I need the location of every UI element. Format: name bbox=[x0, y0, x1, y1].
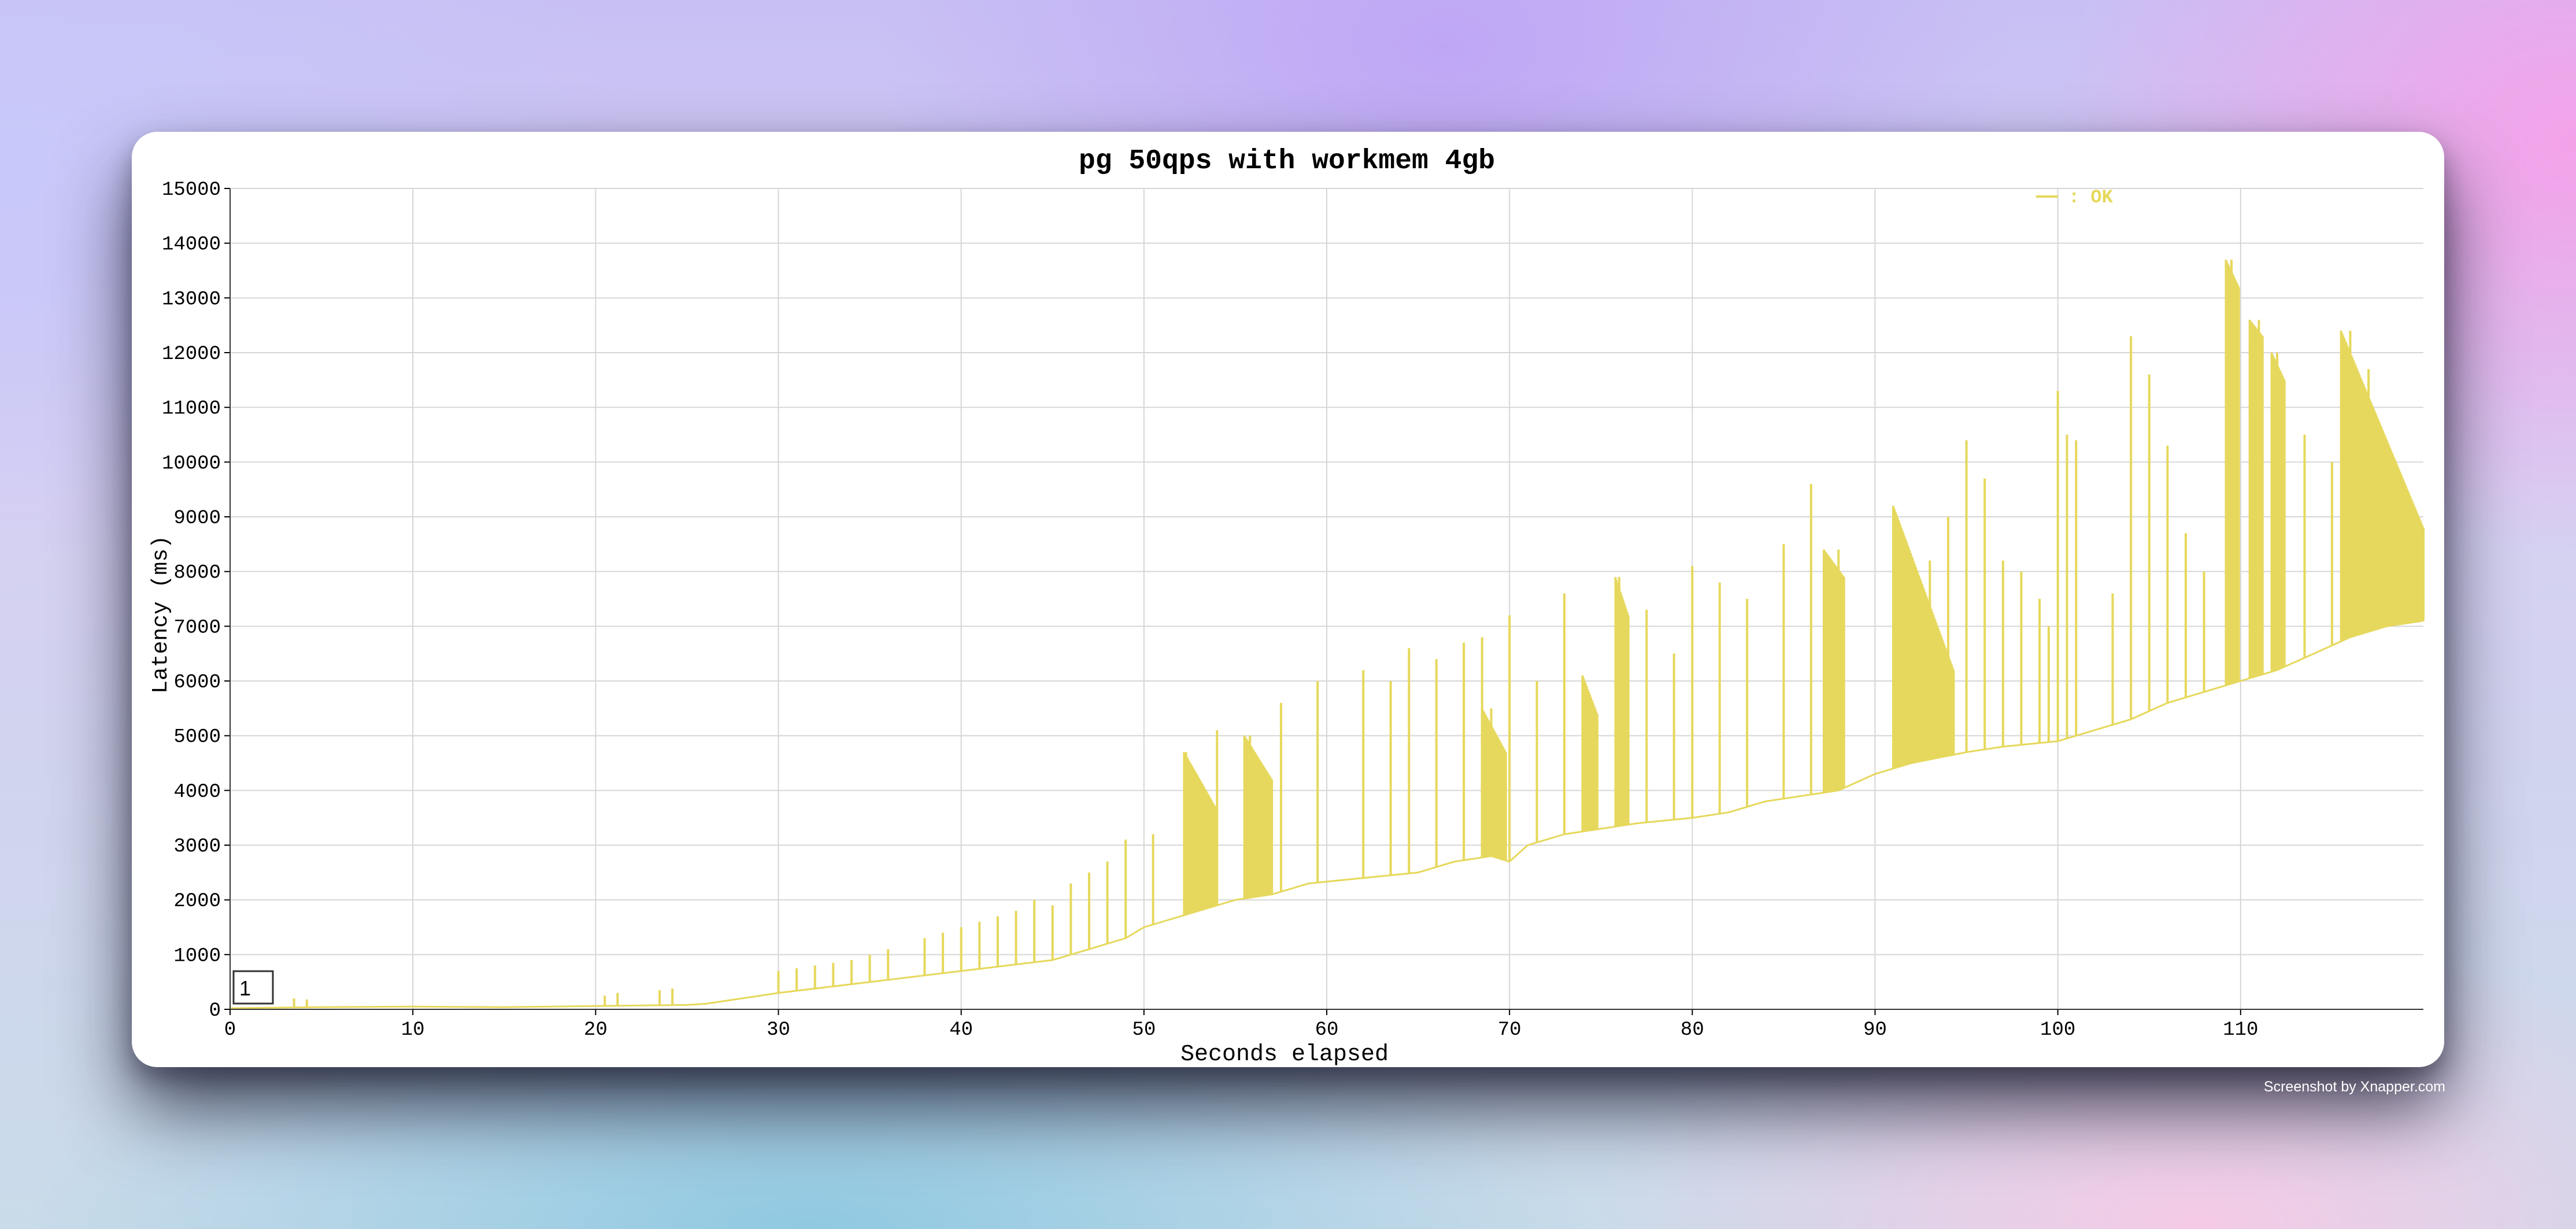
y-tick-label: 13000 bbox=[162, 288, 221, 310]
dense-spike-cluster bbox=[2340, 331, 2425, 642]
x-tick-label: 70 bbox=[1498, 1019, 1522, 1041]
y-tick-label: 0 bbox=[209, 1000, 221, 1022]
x-tick-label: 100 bbox=[2040, 1019, 2075, 1041]
x-tick-label: 40 bbox=[949, 1019, 973, 1041]
x-tick-label: 60 bbox=[1315, 1019, 1339, 1041]
y-tick-label: 10000 bbox=[162, 453, 221, 475]
x-tick-label: 0 bbox=[224, 1019, 236, 1041]
dense-spike-cluster bbox=[1243, 735, 1274, 899]
x-axis-label: Seconds elapsed bbox=[1180, 1042, 1389, 1067]
y-tick-label: 14000 bbox=[162, 234, 221, 256]
legend-label: : OK bbox=[2068, 187, 2114, 208]
x-tick-label: 30 bbox=[767, 1019, 790, 1041]
x-axis-ticks: 0 10 20 30 40 50 60 70 80 90 100 110 bbox=[224, 1009, 2258, 1041]
y-tick-label: 11000 bbox=[162, 398, 221, 420]
chart-svg: pg 50qps with workmem 4gb 0 10 20 30 40 50 60 7… bbox=[149, 146, 2425, 1067]
y-tick-label: 15000 bbox=[162, 179, 221, 201]
legend: : OK bbox=[2036, 187, 2114, 208]
dense-spike-cluster bbox=[1481, 708, 1507, 861]
x-tick-label: 110 bbox=[2223, 1019, 2258, 1041]
y-tick-label: 4000 bbox=[173, 781, 221, 803]
chart-card: pg 50qps with workmem 4gb 0 10 20 30 40 50 60 7… bbox=[132, 132, 2444, 1067]
y-tick-label: 9000 bbox=[173, 508, 221, 530]
y-tick-label: 2000 bbox=[173, 891, 221, 913]
y-tick-label: 5000 bbox=[173, 727, 221, 749]
watermark: Screenshot by Xnapper.com bbox=[2263, 1079, 2445, 1095]
dense-spike-cluster bbox=[2248, 320, 2264, 679]
dense-spike-cluster bbox=[1822, 549, 1845, 793]
chart-title: pg 50qps with workmem 4gb bbox=[1079, 146, 1495, 177]
y-tick-label: 12000 bbox=[162, 343, 221, 365]
x-tick-label: 10 bbox=[401, 1019, 425, 1041]
dense-spike-cluster bbox=[1581, 675, 1598, 832]
y-tick-label: 6000 bbox=[173, 672, 221, 694]
axis-input-widget[interactable]: 1 bbox=[232, 970, 274, 1005]
dense-spike-cluster bbox=[1183, 752, 1217, 916]
y-tick-label: 7000 bbox=[173, 617, 221, 639]
y-axis-label: Latency (ms) bbox=[149, 535, 173, 694]
y-tick-label: 1000 bbox=[173, 945, 221, 967]
y-tick-label: 3000 bbox=[173, 836, 221, 858]
x-tick-label: 20 bbox=[584, 1019, 608, 1041]
x-tick-label: 50 bbox=[1132, 1019, 1156, 1041]
axis-input-value: 1 bbox=[239, 976, 251, 1000]
y-tick-label: 8000 bbox=[173, 562, 221, 584]
grid bbox=[230, 188, 2423, 1009]
x-tick-label: 90 bbox=[1863, 1019, 1887, 1041]
dense-spike-cluster bbox=[1614, 577, 1630, 827]
dense-spike-cluster bbox=[1892, 506, 1955, 769]
x-tick-label: 80 bbox=[1681, 1019, 1704, 1041]
